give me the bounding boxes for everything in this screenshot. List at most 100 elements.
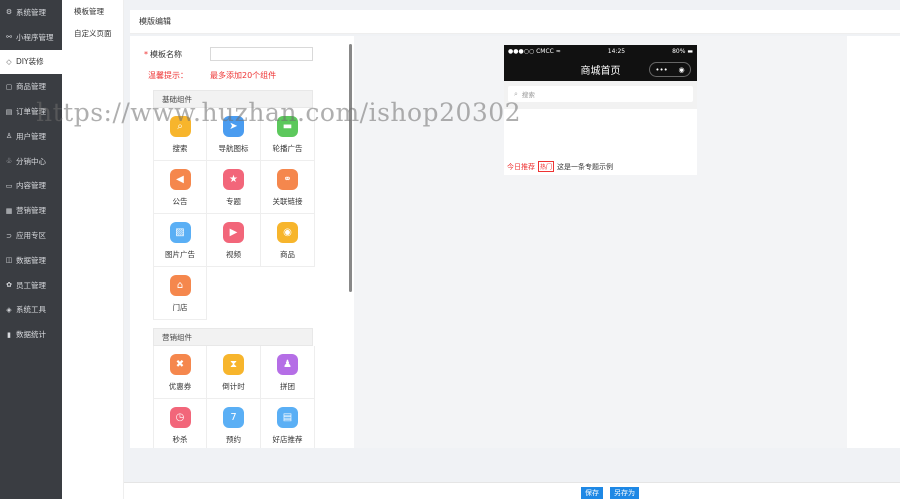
user-icon: ♙	[5, 132, 13, 141]
phone-notice-bar[interactable]: 今日推荐 热门 这是一条专题示例	[507, 161, 613, 172]
component-label: 关联链接	[272, 197, 303, 206]
component-group-buy[interactable]: ♟ 拼团	[261, 346, 315, 399]
sidebar-item-1[interactable]: ⚯ 小程序管理	[0, 25, 62, 50]
component-clock[interactable]: ◷ 秒杀	[153, 399, 207, 448]
component-label: 公告	[172, 197, 188, 206]
phone-search-placeholder: 搜索	[521, 91, 535, 99]
hourglass-icon: ⧗	[223, 354, 244, 375]
phone-page-title: 商城首页	[580, 66, 621, 77]
settings-panel	[847, 36, 900, 448]
tip-label: 温馨提示：	[148, 71, 188, 80]
battery-text: 80%	[672, 48, 686, 55]
phone-search-component[interactable]: ⌕ 搜索	[504, 81, 697, 109]
component-label: 图片广告	[165, 250, 195, 259]
store-icon: ⌂	[169, 275, 191, 296]
panel-scrollbar[interactable]	[349, 44, 352, 292]
sidebar-item-label: 营销管理	[16, 206, 46, 216]
component-hourglass[interactable]: ⧗ 倒计时	[207, 346, 261, 399]
component-notice[interactable]: ◀ 公告	[153, 161, 207, 214]
sidebar-item-label: 应用专区	[16, 231, 46, 241]
sidebar-item-7[interactable]: ▭ 内容管理	[0, 174, 62, 199]
data-icon: ◫	[5, 256, 13, 265]
sidebar-item-9[interactable]: ⊃ 应用专区	[0, 223, 62, 248]
submenu-item-template-manage[interactable]: 模板管理	[62, 0, 123, 22]
topic-icon: ★	[223, 169, 244, 190]
component-link[interactable]: ⚭ 关联链接	[261, 161, 315, 214]
sidebar-item-label: 员工管理	[16, 280, 46, 290]
sidebar-item-13[interactable]: ▮ 数据统计	[0, 322, 62, 347]
stats-icon: ▮	[7, 330, 11, 339]
carrier-text: ●●●○○ CMCC	[508, 48, 554, 55]
more-icon[interactable]: •••	[655, 66, 667, 74]
order-icon: ▤	[5, 107, 13, 116]
sidebar-item-10[interactable]: ◫ 数据管理	[0, 248, 62, 273]
notice-text: 这是一条专题示例	[557, 162, 614, 171]
phone-nav-bar: 商城首页 ••• ◉	[504, 58, 697, 81]
phone-header: ●●●○○ CMCC ≈ 14:25 80% ▬ 商城首页 ••• ◉	[504, 45, 697, 81]
component-topic[interactable]: ★ 专题	[207, 161, 261, 214]
link-icon: ⚭	[277, 169, 298, 190]
component-label: 视频	[226, 250, 241, 259]
submenu-item-custom-page[interactable]: 自定义页面	[62, 22, 123, 44]
secondary-menu: 模板管理 自定义页面	[62, 0, 124, 499]
sidebar-item-11[interactable]: ✿ 员工管理	[0, 273, 62, 298]
notice-label: 今日推荐	[507, 162, 535, 171]
component-shop[interactable]: ▤ 好店推荐	[261, 399, 315, 448]
mini-program-capsule[interactable]: ••• ◉	[649, 62, 691, 77]
phone-search-box[interactable]: ⌕ 搜索	[508, 86, 693, 102]
notice-tag: 热门	[538, 161, 555, 172]
goods-icon: ◉	[277, 222, 298, 243]
marketing-icon: ▦	[5, 206, 13, 215]
component-image[interactable]: ▨ 图片广告	[153, 214, 207, 267]
close-circle-icon[interactable]: ◉	[679, 66, 685, 74]
sidebar-item-label: 用户管理	[16, 131, 46, 141]
network-icon: ♧	[5, 157, 13, 166]
box-icon: ▢	[5, 82, 13, 91]
required-mark: *	[144, 49, 148, 59]
sidebar-item-label: DIY装修	[16, 57, 44, 67]
component-label: 预约	[226, 435, 241, 444]
staff-icon: ✿	[6, 281, 12, 290]
component-label: 导航图标	[218, 144, 249, 153]
sidebar-item-12[interactable]: ◈ 系统工具	[0, 298, 62, 323]
coupon-icon: ✖	[169, 354, 191, 375]
footer-bar: 保存 另存为	[124, 482, 900, 499]
phone-time: 14:25	[607, 48, 626, 55]
sidebar-item-8[interactable]: ▦ 营销管理	[0, 198, 62, 223]
basic-components-grid: ⌕ 搜索 ➤ 导航图标 ▬ 轮播广告 ◀ 公告 ★ 专题 ⚭ 关联链接 ▨ 图片广告 ▶ 视频 ◉ 商品 ⌂ 门店	[153, 108, 315, 320]
sidebar-item-5[interactable]: ♙ 用户管理	[0, 124, 62, 149]
component-label: 优惠券	[168, 382, 192, 391]
component-label: 搜索	[172, 144, 188, 153]
save-button[interactable]: 保存	[581, 487, 603, 499]
component-label: 专题	[226, 197, 241, 206]
template-name-row: * 模板名称	[144, 47, 313, 61]
sidebar-item-3[interactable]: ▢ 商品管理	[0, 74, 62, 99]
calendar-icon: 7	[223, 407, 244, 428]
marketing-components-title: 营销组件	[153, 328, 313, 346]
save-as-button[interactable]: 另存为	[610, 487, 639, 499]
sidebar-item-0[interactable]: ⚙ 系统管理	[0, 0, 62, 25]
battery-icon: ▬	[687, 48, 693, 55]
component-label: 商品	[280, 250, 295, 259]
template-name-input[interactable]	[210, 47, 313, 61]
sidebar-item-6[interactable]: ♧ 分销中心	[0, 149, 62, 174]
tip-row: 温馨提示： 最多添加20个组件	[148, 70, 276, 81]
component-label: 门店	[172, 303, 188, 312]
wifi-icon: ≈	[555, 48, 561, 55]
marketing-components-grid: ✖ 优惠券 ⧗ 倒计时 ♟ 拼团 ◷ 秒杀 7 预约 ▤ 好店推荐	[153, 346, 315, 448]
notice-icon: ◀	[169, 169, 191, 190]
watermark-text: https://www.huzhan.com/ishop20302	[36, 98, 522, 127]
sidebar-item-label: 数据统计	[16, 330, 46, 340]
component-label: 秒杀	[172, 435, 188, 444]
component-coupon[interactable]: ✖ 优惠券	[153, 346, 207, 399]
component-store[interactable]: ⌂ 门店	[153, 267, 207, 320]
component-video[interactable]: ▶ 视频	[207, 214, 261, 267]
main-content: 模版编辑 * 模板名称 温馨提示： 最多添加20个组件 基础组件 ⌕ 搜索 ➤ 导航图…	[124, 0, 900, 499]
clock-icon: ◷	[169, 407, 191, 428]
sidebar-item-label: 数据管理	[16, 255, 46, 265]
sidebar-item-2[interactable]: ◇ DIY装修	[0, 49, 62, 75]
sidebar-item-label: 商品管理	[16, 82, 46, 92]
component-goods[interactable]: ◉ 商品	[261, 214, 315, 267]
component-calendar[interactable]: 7 预约	[207, 399, 261, 448]
image-icon: ▨	[169, 222, 191, 243]
